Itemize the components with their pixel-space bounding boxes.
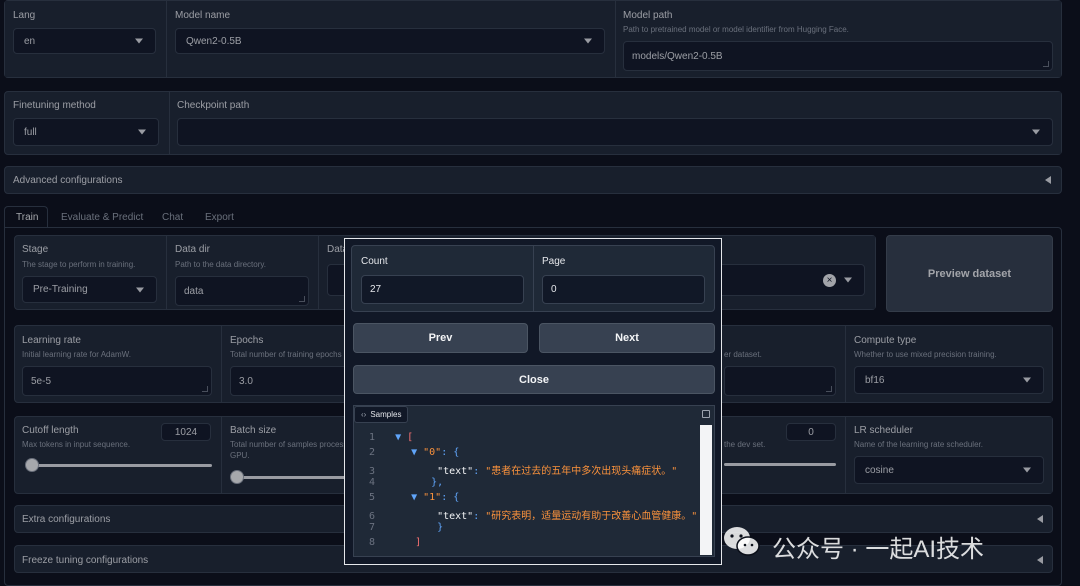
samples-label: Samples <box>370 410 402 419</box>
code-line-5: 5 ▼ "1": { <box>369 492 460 503</box>
page-value: 0 <box>551 284 557 295</box>
count-label: Count <box>361 256 388 267</box>
code-line-2: 2 ▼ "0": { <box>369 447 460 458</box>
samples-tag: ‹› Samples <box>354 406 409 423</box>
collapse-toggle-icon[interactable]: ▼ <box>411 492 417 503</box>
page-input[interactable]: 0 <box>542 275 705 304</box>
count-input[interactable]: 27 <box>361 275 524 304</box>
page-label: Page <box>542 256 566 267</box>
code-line-8: 8 ] <box>369 537 422 548</box>
next-button[interactable]: Next <box>539 323 715 353</box>
collapse-toggle-icon[interactable]: ▼ <box>395 432 401 443</box>
code-icon: ‹› <box>361 410 367 419</box>
prev-button[interactable]: Prev <box>353 323 528 353</box>
watermark-text: 公众号 · 一起AI技术 <box>772 536 985 563</box>
code-line-6: 6 "text": "研究表明，适量运动有助于改善心血管健康。" <box>369 511 698 522</box>
copy-icon[interactable] <box>702 410 710 418</box>
close-button[interactable]: Close <box>353 365 715 394</box>
code-scrollbar[interactable] <box>700 425 712 555</box>
code-line-7: 7 } <box>369 522 444 533</box>
preview-modal: Count 27 Page 0 Prev Next Close ‹› Sampl… <box>344 238 722 565</box>
collapse-toggle-icon[interactable]: ▼ <box>411 447 417 458</box>
code-line-4: 4 }, <box>369 477 444 488</box>
code-line-1: 1 ▼ [ <box>369 432 414 443</box>
count-value: 27 <box>370 284 382 295</box>
code-line-3: 3 "text": "患者在过去的五年中多次出现头痛症状。" <box>369 466 678 477</box>
wechat-logo-icon <box>722 524 762 560</box>
